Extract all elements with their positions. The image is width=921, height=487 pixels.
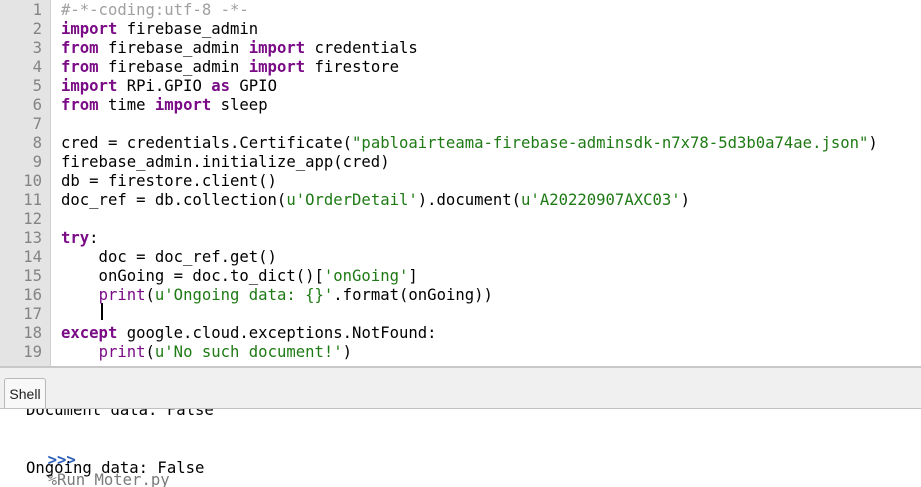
code-token: firebase_admin [98,58,249,76]
shell-tab-bar: Shell [0,368,921,409]
code-token: #-*-coding:utf-8 -*- [61,1,249,19]
code-token: onGoing = doc.to_dict()[ [61,267,324,285]
line-number: 8 [32,134,42,152]
line-number: 1 [32,1,42,19]
code-token: google.cloud.exceptions.NotFound: [117,324,437,342]
code-line: import RPi.GPIO as GPIO [61,77,277,96]
code-token: doc = doc_ref.get() [61,248,277,266]
code-token: 'onGoing' [323,267,409,285]
code-token: RPi.GPIO [117,77,212,95]
code-token: sleep [211,96,268,114]
line-number: 3 [32,39,42,57]
code-token: firebase_admin [98,39,249,57]
code-editor[interactable]: 1 2 3 4 5 6 7 8 9 10 11 12 13 14 15 16 17 18 19 #-*-coding… [0,0,921,366]
code-token: u'A20220907AXC03' [521,191,681,209]
code-line: cred = credentials.Certificate("pabloair… [61,134,878,153]
code-token: GPIO [230,77,277,95]
code-token: import [61,77,118,95]
code-line: import firebase_admin [61,20,258,39]
line-number: 7 [32,115,42,133]
code-line: doc = doc_ref.get() [61,248,277,267]
code-line: from firebase_admin import credentials [61,39,418,58]
code-token: u'Ongoing data: {}' [154,286,334,304]
code-token: firestore [305,58,400,76]
code-token: as [211,77,231,95]
code-token: firebase_admin [117,20,259,38]
code-token: import [248,58,306,76]
line-number: 13 [23,229,42,247]
code-token: print [98,343,146,361]
line-number: 17 [23,305,42,323]
code-token: import [61,20,118,38]
line-number: 10 [23,172,42,190]
code-token: firebase_admin.initialize_app(cred) [61,153,390,171]
code-token: : [89,229,99,247]
line-number: 4 [32,58,42,76]
code-token: import [248,39,306,57]
code-token: except [61,324,118,342]
code-token: ) [868,134,878,152]
code-token: time [98,96,155,114]
line-number: 9 [32,153,42,171]
code-token: import [154,96,212,114]
line-number: 15 [23,267,42,285]
code-line: firebase_admin.initialize_app(cred) [61,153,390,172]
shell-output: Ongoing data: False [26,459,205,477]
code-token: doc_ref = db.collection( [61,191,287,209]
line-number: 16 [23,286,42,304]
code-line: print(u'No such document!') [61,343,353,362]
line-number-gutter: 1 2 3 4 5 6 7 8 9 10 11 12 13 14 15 16 17 18 19 [0,0,51,366]
code-token: ] [408,267,418,285]
shell-previous-output: Document data: False [26,409,214,419]
code-token: u'No such document!' [154,343,343,361]
shell-prompt-line: >>> %Run Moter.py [10,430,170,487]
code-line: #-*-coding:utf-8 -*- [61,1,249,20]
line-number: 11 [23,191,42,209]
code-token: .format(onGoing)) [333,286,493,304]
code-token: from [61,39,99,57]
code-line: doc_ref = db.collection(u'OrderDetail').… [61,191,690,210]
code-token: cred = credentials.Certificate( [61,134,353,152]
code-line: print(u'Ongoing data: {}'.format(onGoing… [61,286,493,305]
code-token: db = firestore.client() [61,172,277,190]
code-token: from [61,96,99,114]
code-line: except google.cloud.exceptions.NotFound: [61,324,437,343]
code-token: ) [680,191,691,209]
code-token: "pabloairteama-firebase-adminsdk-n7x78-5… [352,134,869,152]
code-token: ).document( [417,191,522,209]
code-token: ) [342,343,353,361]
line-number: 14 [23,248,42,266]
code-token: ( [145,343,155,361]
code-token: from [61,58,99,76]
code-token: credentials [305,39,418,57]
line-number: 12 [23,210,42,228]
code-token: print [98,286,146,304]
code-line: onGoing = doc.to_dict()['onGoing'] [61,267,418,286]
code-token: ( [145,286,155,304]
code-line: from firebase_admin import firestore [61,58,399,77]
code-line: from time import sleep [61,96,268,115]
line-number: 5 [32,77,42,95]
code-token: try [61,229,90,247]
line-number: 19 [23,343,42,361]
code-area[interactable]: #-*-coding:utf-8 -*- import firebase_admi… [61,0,921,366]
code-line: db = firestore.client() [61,172,277,191]
text-cursor [101,303,103,320]
shell-console[interactable]: Document data: False >>> %Run Moter.py O… [0,409,921,487]
tab-shell[interactable]: Shell [4,378,46,408]
line-number: 6 [32,96,42,114]
code-token: u'OrderDetail' [286,191,418,209]
code-line: try: [61,229,99,248]
line-number: 18 [23,324,42,342]
line-number: 2 [32,20,42,38]
